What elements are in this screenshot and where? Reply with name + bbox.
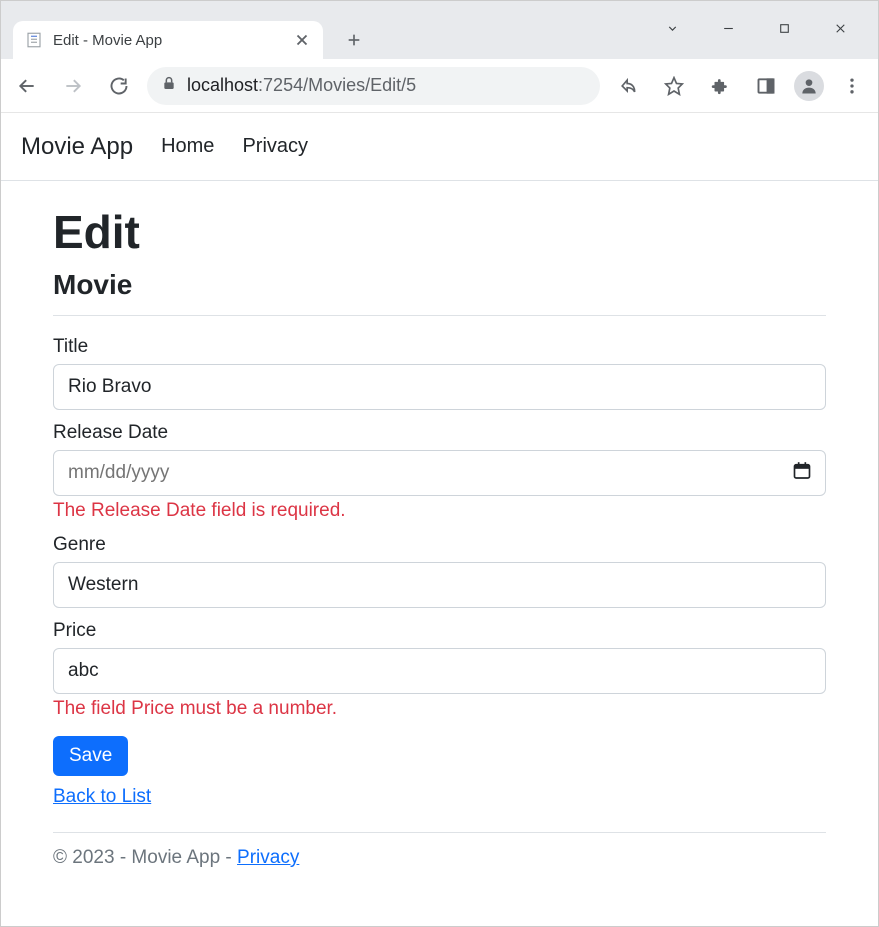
url-port: :7254	[258, 75, 303, 95]
profile-avatar[interactable]	[794, 71, 824, 101]
tab-close-icon[interactable]	[293, 31, 311, 49]
save-button[interactable]: Save	[53, 736, 128, 776]
window-titlebar	[1, 1, 878, 15]
footer-privacy-link[interactable]: Privacy	[237, 847, 299, 868]
side-panel-icon[interactable]	[748, 68, 784, 104]
share-icon[interactable]	[610, 68, 646, 104]
price-label: Price	[53, 620, 826, 642]
browser-chrome: Edit - Movie App localhost:7254/Movies/E…	[1, 1, 878, 113]
address-bar[interactable]: localhost:7254/Movies/Edit/5	[147, 67, 600, 105]
window-close-icon[interactable]	[826, 22, 854, 35]
nav-link-home[interactable]: Home	[161, 135, 214, 158]
browser-toolbar: localhost:7254/Movies/Edit/5	[1, 59, 878, 113]
brand[interactable]: Movie App	[21, 133, 133, 161]
calendar-icon[interactable]	[792, 461, 812, 486]
nav-link-privacy[interactable]: Privacy	[242, 135, 308, 158]
page-favicon-icon	[25, 31, 43, 49]
nav-forward-button[interactable]	[55, 68, 91, 104]
window-minimize-icon[interactable]	[714, 22, 742, 35]
title-input[interactable]	[53, 364, 826, 410]
footer: © 2023 - Movie App - Privacy	[53, 832, 826, 869]
genre-input[interactable]	[53, 562, 826, 608]
back-to-list-link[interactable]: Back to List	[53, 786, 826, 808]
footer-text: © 2023 - Movie App -	[53, 847, 237, 868]
new-tab-button[interactable]	[337, 23, 371, 57]
price-error: The field Price must be a number.	[53, 698, 826, 720]
price-input[interactable]	[53, 648, 826, 694]
url-text: localhost:7254/Movies/Edit/5	[187, 75, 416, 96]
bookmark-star-icon[interactable]	[656, 68, 692, 104]
form-group-price: Price The field Price must be a number.	[53, 620, 826, 720]
form-group-title: Title	[53, 336, 826, 410]
divider	[53, 315, 826, 316]
main-container: Edit Movie Title Release Date The Releas…	[1, 181, 878, 808]
nav-back-button[interactable]	[9, 68, 45, 104]
title-label: Title	[53, 336, 826, 358]
tab-title: Edit - Movie App	[53, 32, 293, 49]
page-subtitle: Movie	[53, 269, 826, 301]
url-path: /Movies/Edit/5	[303, 75, 416, 95]
browser-tab-active[interactable]: Edit - Movie App	[13, 21, 323, 59]
form-group-genre: Genre	[53, 534, 826, 608]
url-host: localhost	[187, 75, 258, 95]
site-navbar: Movie App Home Privacy	[1, 113, 878, 181]
chevron-down-icon[interactable]	[658, 22, 686, 35]
page-title: Edit	[53, 205, 826, 259]
nav-reload-button[interactable]	[101, 68, 137, 104]
release-date-error: The Release Date field is required.	[53, 500, 826, 522]
window-maximize-icon[interactable]	[770, 22, 798, 35]
page-viewport: Movie App Home Privacy Edit Movie Title …	[1, 113, 878, 869]
form-group-release-date: Release Date The Release Date field is r…	[53, 422, 826, 522]
lock-icon	[161, 75, 177, 96]
genre-label: Genre	[53, 534, 826, 556]
extensions-icon[interactable]	[702, 68, 738, 104]
kebab-menu-icon[interactable]	[834, 68, 870, 104]
release-date-input[interactable]	[53, 450, 826, 496]
release-date-label: Release Date	[53, 422, 826, 444]
